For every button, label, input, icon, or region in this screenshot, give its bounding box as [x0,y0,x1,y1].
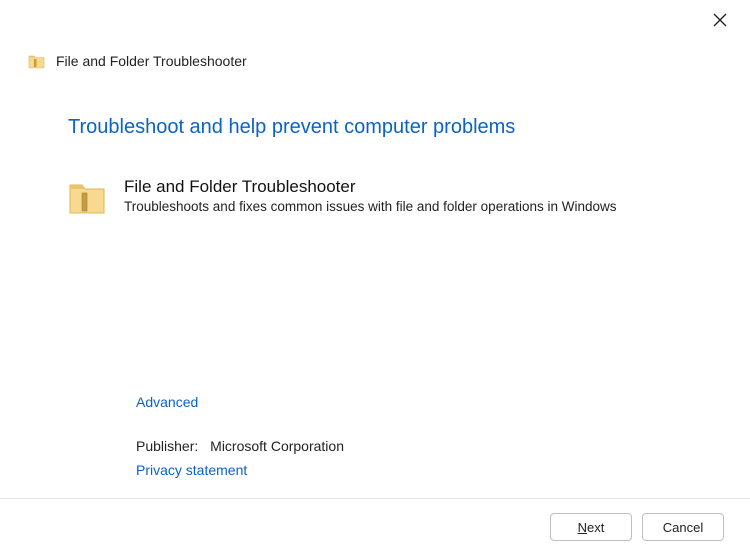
troubleshooter-section: File and Folder Troubleshooter Troublesh… [68,177,682,217]
close-button[interactable] [708,10,732,34]
folder-large-icon [68,177,108,217]
next-button[interactable]: Next [550,513,632,541]
section-description: Troubleshoots and fixes common issues wi… [124,199,617,214]
publisher-name: Microsoft Corporation [210,438,344,454]
lower-links: Advanced Publisher: Microsoft Corporatio… [136,394,614,498]
section-title: File and Folder Troubleshooter [124,177,617,197]
footer: Next Cancel [0,499,750,553]
footer-wrap: Next Cancel [0,498,750,553]
page-heading: Troubleshoot and help prevent computer p… [68,116,682,139]
publisher-row: Publisher: Microsoft Corporation [136,438,614,454]
close-icon [713,13,727,32]
publisher-label: Publisher: [136,438,198,454]
next-accelerator: N [578,520,587,535]
troubleshooter-text: File and Folder Troubleshooter Troublesh… [124,177,617,214]
troubleshooter-window: File and Folder Troubleshooter Troublesh… [0,0,750,553]
window-title: File and Folder Troubleshooter [56,53,247,69]
privacy-link[interactable]: Privacy statement [136,462,247,478]
next-label-suffix: ext [587,520,604,535]
content-body: Troubleshoot and help prevent computer p… [0,74,750,498]
window-header: File and Folder Troubleshooter [0,0,750,74]
advanced-link[interactable]: Advanced [136,394,198,410]
cancel-button[interactable]: Cancel [642,513,724,541]
folder-troubleshooter-icon [28,52,46,70]
content-area: Troubleshoot and help prevent computer p… [68,116,682,498]
